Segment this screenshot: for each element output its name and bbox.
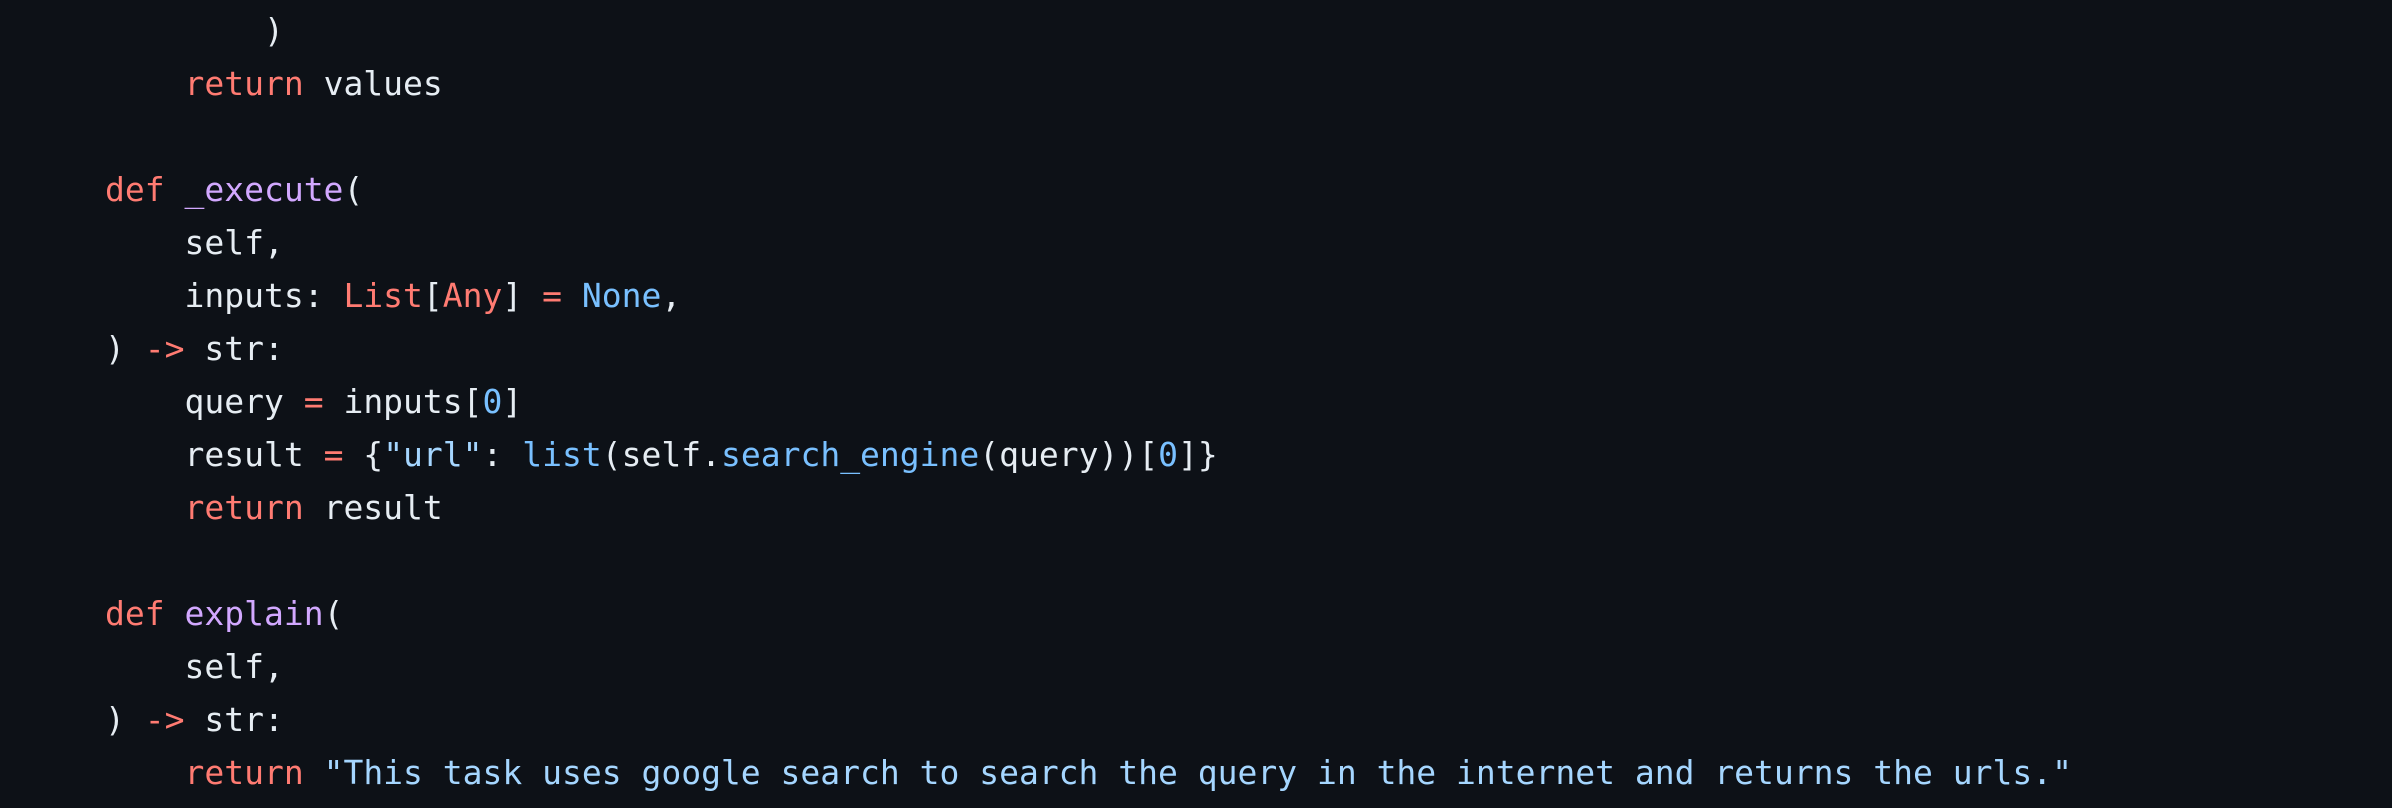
code-line: return "This task uses google search to … bbox=[105, 746, 2072, 799]
code-token-plain: (query))[ bbox=[979, 435, 1159, 474]
code-token-operator: -> bbox=[144, 329, 185, 368]
code-line: query = inputs[0] bbox=[105, 375, 522, 428]
code-line: return values bbox=[105, 57, 443, 110]
code-token-plain: self, bbox=[184, 647, 284, 686]
code-token-builtin: search_engine bbox=[720, 435, 980, 474]
code-token-plain: str: bbox=[184, 329, 284, 368]
code-token-number: 0 bbox=[1158, 435, 1178, 474]
code-token-string: "url" bbox=[383, 435, 483, 474]
code-line: self, bbox=[105, 216, 284, 269]
code-token-operator: -> bbox=[144, 700, 185, 739]
code-token-builtin: list bbox=[522, 435, 602, 474]
code-token-constant: None bbox=[581, 276, 662, 315]
code-token-plain: ( bbox=[343, 170, 364, 209]
code-token-keyword: def bbox=[105, 594, 165, 633]
code-token-plain: self, bbox=[184, 223, 284, 262]
code-token-plain: ] bbox=[502, 276, 543, 315]
code-token-function: _execute bbox=[184, 170, 344, 209]
code-token-plain: ]} bbox=[1177, 435, 1218, 474]
code-token-plain: , bbox=[661, 276, 682, 315]
code-line: def _execute( bbox=[105, 163, 363, 216]
code-line: inputs: List[Any] = None, bbox=[105, 269, 681, 322]
code-token-keyword: def bbox=[105, 170, 165, 209]
code-token-number: 0 bbox=[482, 382, 503, 421]
code-token-plain: ) bbox=[105, 700, 145, 739]
code-token-plain: : bbox=[482, 435, 523, 474]
code-token-plain: (self. bbox=[601, 435, 721, 474]
code-line: ) -> str: bbox=[105, 322, 284, 375]
code-token-plain: result bbox=[303, 488, 443, 527]
code-token-operator: = bbox=[542, 276, 563, 315]
code-token-operator: = bbox=[323, 435, 344, 474]
code-token-plain: { bbox=[343, 435, 384, 474]
code-line: ) bbox=[105, 4, 284, 57]
code-token-string: "This task uses google search to search … bbox=[323, 753, 2072, 792]
code-token-operator: = bbox=[303, 382, 324, 421]
code-token-plain: ) bbox=[105, 329, 145, 368]
code-view: ) return values def _execute( self, input… bbox=[0, 0, 2392, 808]
code-line: self, bbox=[105, 640, 284, 693]
code-line: ) -> str: bbox=[105, 693, 284, 746]
code-token-type: List bbox=[343, 276, 423, 315]
code-token-keyword: return bbox=[184, 64, 304, 103]
code-token-plain: str: bbox=[184, 700, 284, 739]
code-token-keyword: return bbox=[184, 488, 304, 527]
code-line: result = {"url": list(self.search_engine… bbox=[105, 428, 1218, 481]
code-token-type: Any bbox=[442, 276, 503, 315]
code-token-plain: [ bbox=[422, 276, 443, 315]
code-token-plain: inputs[ bbox=[323, 382, 483, 421]
code-token-plain: ( bbox=[323, 594, 344, 633]
code-line: return result bbox=[105, 481, 443, 534]
code-token-plain: ] bbox=[502, 382, 523, 421]
code-token-plain: values bbox=[303, 64, 443, 103]
code-token-plain: result bbox=[184, 435, 324, 474]
code-token-keyword: return bbox=[184, 753, 304, 792]
code-token-plain: query bbox=[184, 382, 304, 421]
code-token-plain: ) bbox=[263, 11, 284, 50]
code-token-function: explain bbox=[184, 594, 324, 633]
code-line: def explain( bbox=[105, 587, 343, 640]
code-token-plain: inputs: bbox=[184, 276, 344, 315]
